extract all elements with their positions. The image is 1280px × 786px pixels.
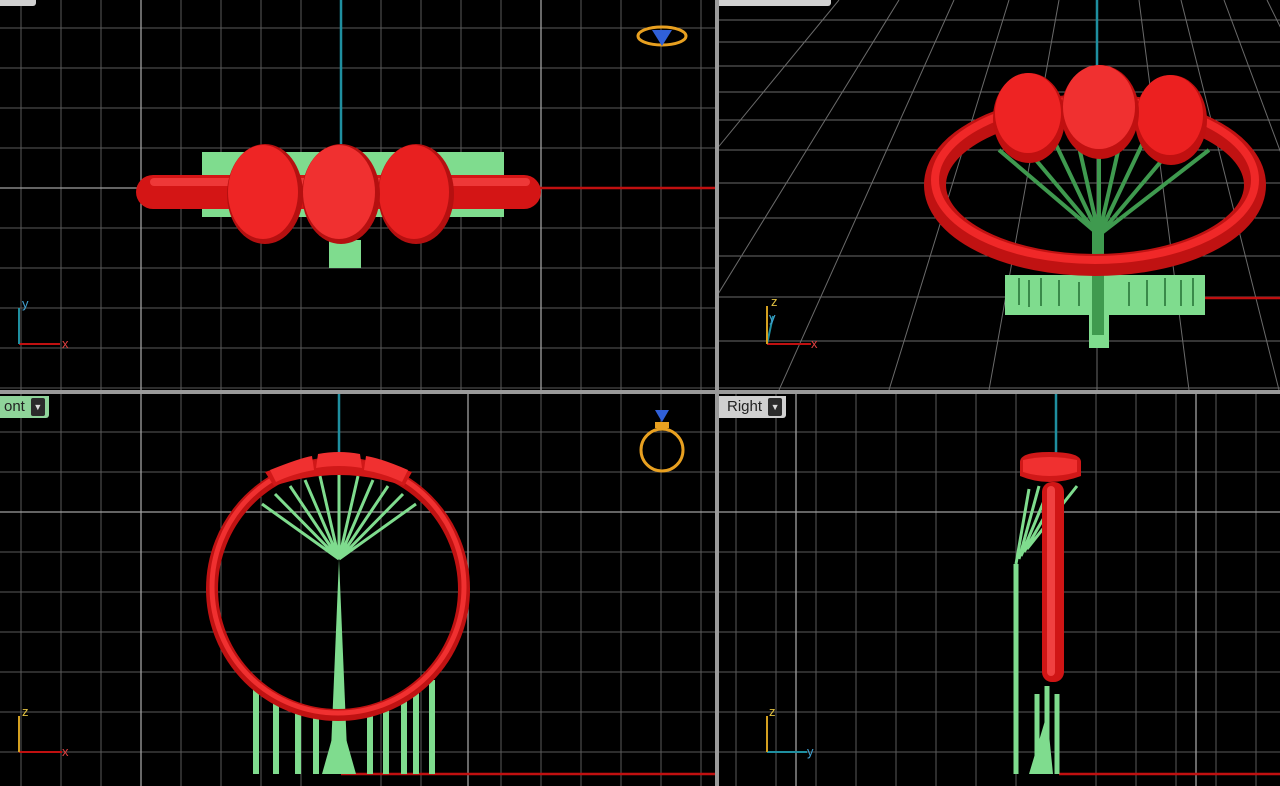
right-viewport-tab[interactable]: Right ▼ <box>719 396 787 418</box>
front-tab-label: ont <box>4 398 25 415</box>
grid-minor <box>0 394 715 786</box>
perspective-viewport-canvas[interactable]: x y z <box>719 0 1280 390</box>
grid-major <box>0 394 715 786</box>
ring-top-gizmo-icon[interactable] <box>636 25 688 47</box>
axis-x-label: x <box>62 336 69 351</box>
grid-major <box>719 394 1280 786</box>
top-viewport-canvas[interactable]: x y <box>0 0 715 390</box>
top-viewport[interactable]: x y <box>0 0 715 390</box>
front-viewport[interactable]: x z ont ▼ <box>0 394 715 786</box>
axis-x-label: x <box>62 744 69 759</box>
axis-indicator: x y z <box>766 294 818 351</box>
ring-stones <box>993 65 1207 165</box>
axis-y-label: y <box>769 310 776 325</box>
triangle-down-icon[interactable]: ▼ <box>768 398 783 416</box>
support-stem-base <box>329 240 361 268</box>
support-plate <box>1005 275 1205 315</box>
top-viewport-tab[interactable] <box>0 0 36 6</box>
right-viewport[interactable]: y z Right ▼ <box>719 394 1280 786</box>
perspective-grid <box>719 0 1280 390</box>
axis-z-label: z <box>22 704 29 719</box>
ring-stones <box>227 144 454 244</box>
perspective-viewport-tab[interactable] <box>719 0 831 6</box>
perspective-viewport[interactable]: x y z <box>719 0 1280 390</box>
ring-front-gizmo-icon[interactable] <box>639 410 685 473</box>
axis-y-label: y <box>22 296 29 311</box>
front-viewport-tab[interactable]: ont ▼ <box>0 396 49 418</box>
axis-z-label: z <box>771 294 778 309</box>
viewport-divider-horizontal[interactable] <box>0 390 1280 394</box>
right-tab-label: Right <box>727 398 763 415</box>
triangle-down-icon[interactable]: ▼ <box>30 398 45 416</box>
front-viewport-canvas[interactable]: x z <box>0 394 715 786</box>
axis-y-label: y <box>807 744 814 759</box>
axis-x-label: x <box>811 336 818 351</box>
axis-z-label: z <box>769 704 776 719</box>
right-viewport-canvas[interactable]: y z <box>719 394 1280 786</box>
